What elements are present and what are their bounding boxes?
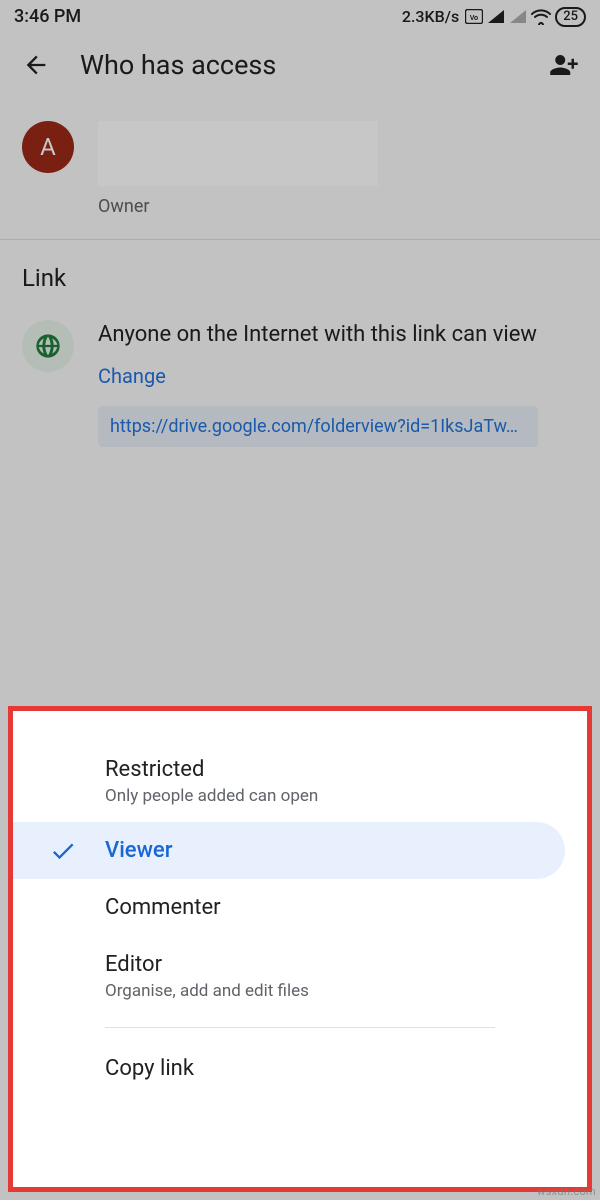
option-editor[interactable]: Editor Organise, add and edit files [13,936,587,1017]
redacted-name-block [98,121,378,186]
link-heading: Link [22,264,578,292]
status-time: 3:46 PM [14,6,81,27]
add-person-button[interactable] [548,49,580,81]
change-access-link[interactable]: Change [98,364,166,388]
check-icon [49,837,77,865]
owner-role-label: Owner [98,196,378,217]
person-add-icon [549,50,579,80]
battery-icon: 25 [555,7,586,27]
option-title: Commenter [105,895,559,920]
copy-link-label: Copy link [105,1056,559,1081]
owner-row: A Owner [0,103,600,235]
back-button[interactable] [20,49,52,81]
option-title: Viewer [105,838,537,863]
option-subtitle: Organise, add and edit files [105,981,559,1001]
option-title: Restricted [105,757,559,782]
page-title: Who has access [80,49,520,81]
app-bar: Who has access [0,31,600,103]
status-bar: 3:46 PM 2.3KB/s Vo 25 [0,0,600,31]
share-url-chip[interactable]: https://drive.google.com/folderview?id=1… [98,406,538,447]
copy-link-option[interactable]: Copy link [13,1028,587,1101]
wifi-icon [531,9,551,25]
arrow-left-icon [22,51,50,79]
link-access-description: Anyone on the Internet with this link ca… [98,320,578,350]
access-options-sheet: Restricted Only people added can open Vi… [8,706,592,1192]
option-commenter[interactable]: Commenter [13,879,587,936]
svg-text:Vo: Vo [470,15,478,22]
option-subtitle: Only people added can open [105,786,559,806]
section-divider [0,239,600,240]
option-viewer[interactable]: Viewer [13,822,565,879]
watermark: wsxdn.com [537,1185,596,1198]
status-icons-group: Vo 25 [465,7,586,27]
option-restricted[interactable]: Restricted Only people added can open [13,741,587,822]
signal-icon [487,9,505,24]
globe-icon [34,332,62,360]
volte-icon: Vo [465,9,483,24]
option-title: Editor [105,952,559,977]
avatar: A [22,121,74,173]
status-network-speed: 2.3KB/s [402,7,459,26]
link-section: Link Anyone on the Internet with this li… [0,240,600,447]
signal-secondary-icon [509,9,527,24]
globe-icon-wrap [22,320,74,372]
